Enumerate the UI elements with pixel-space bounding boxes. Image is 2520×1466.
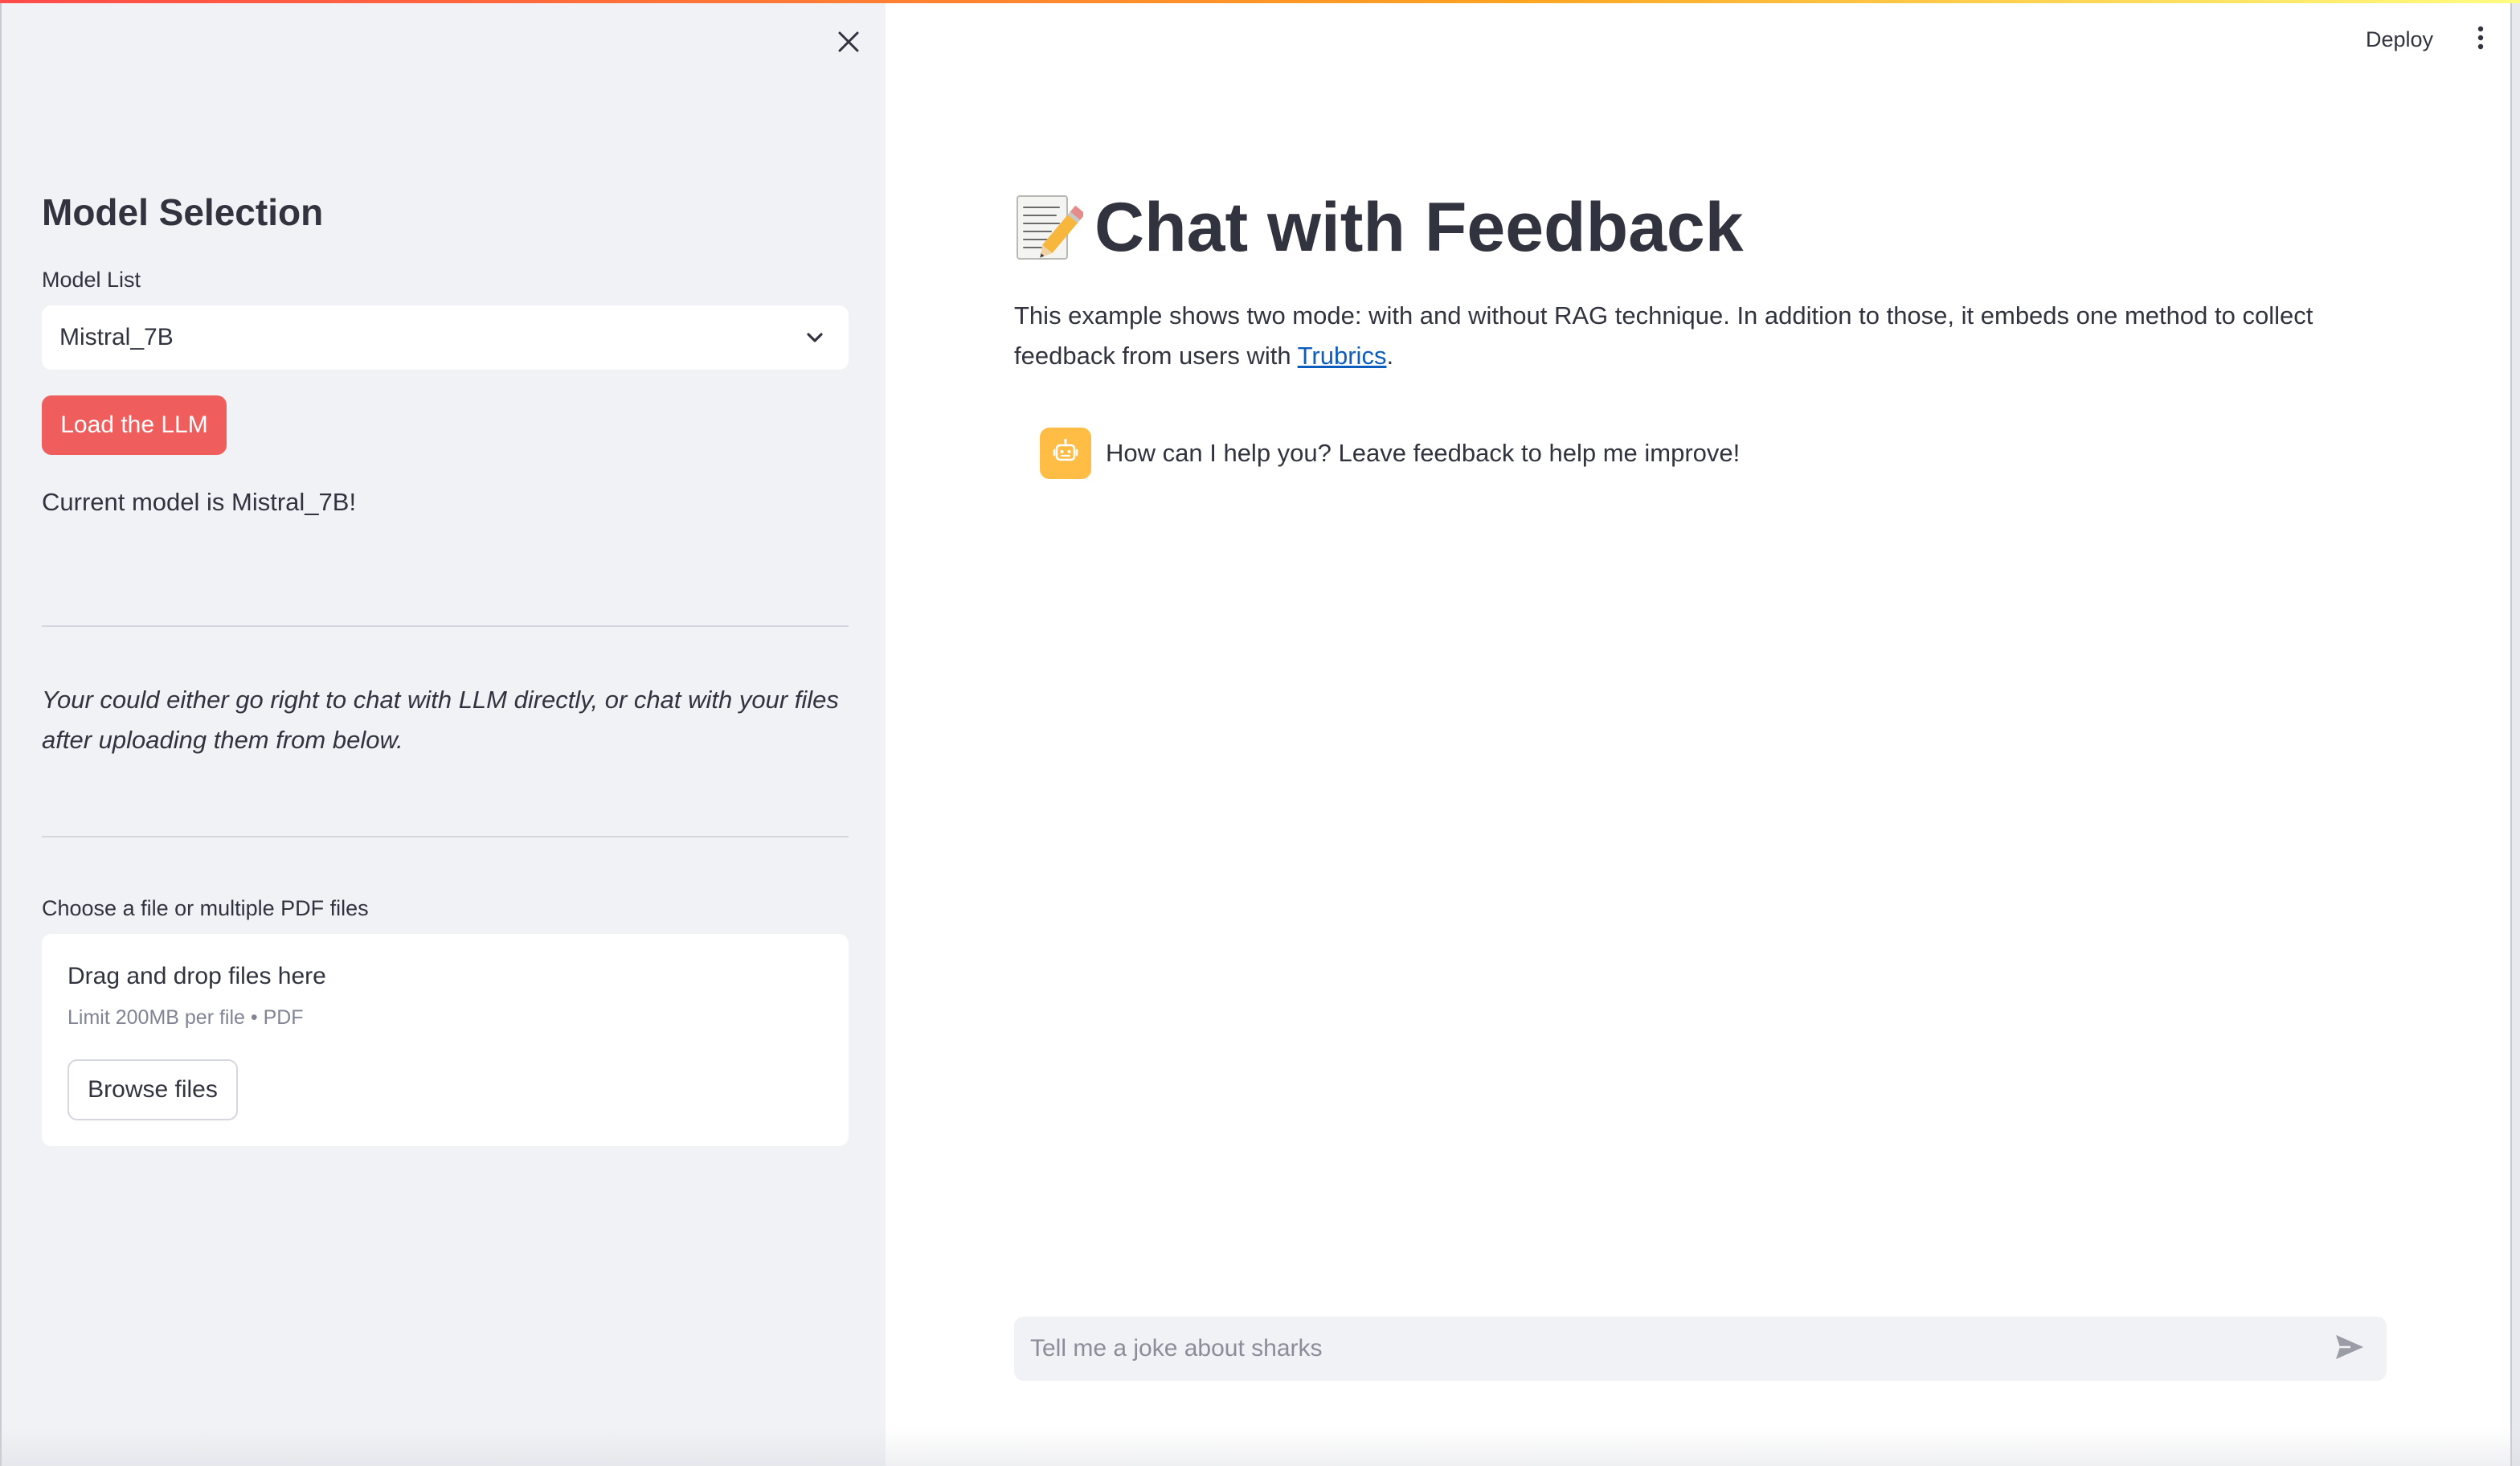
- send-button[interactable]: [2327, 1326, 2372, 1371]
- close-sidebar-button[interactable]: [829, 24, 868, 63]
- file-uploader-label: Choose a file or multiple PDF files: [42, 896, 369, 920]
- bot-icon: [1051, 437, 1080, 470]
- model-list-label: Model List: [42, 268, 141, 292]
- chat-input-bar: [1014, 1317, 2387, 1381]
- sidebar-divider: [42, 836, 849, 837]
- main-menu-button[interactable]: [2462, 21, 2499, 58]
- sidebar-title: Model Selection: [42, 191, 324, 233]
- close-icon: [837, 30, 861, 58]
- deploy-button[interactable]: Deploy: [2354, 21, 2444, 58]
- intro-suffix: .: [1386, 342, 1394, 370]
- app-window: Model Selection Model List Mistral_7B Lo…: [0, 0, 2520, 1466]
- memo-pencil-icon: [1014, 191, 1086, 264]
- more-vertical-icon: [2477, 26, 2485, 54]
- load-llm-button[interactable]: Load the LLM: [42, 395, 227, 455]
- file-uploader-dropzone[interactable]: Drag and drop files here Limit 200MB per…: [42, 934, 849, 1146]
- window-edge: [2510, 0, 2520, 1466]
- model-select-value: Mistral_7B: [59, 324, 174, 350]
- trubrics-link[interactable]: Trubrics: [1298, 342, 1387, 370]
- chat-input[interactable]: [1029, 1334, 2327, 1363]
- current-model-text: Current model is Mistral_7B!: [42, 488, 357, 516]
- chat-message-text: How can I help you? Leave feedback to he…: [1106, 439, 1741, 467]
- page-title: Chat with Feedback: [1014, 183, 1744, 272]
- browse-files-button[interactable]: Browse files: [68, 1059, 238, 1120]
- sidebar: Model Selection Model List Mistral_7B Lo…: [0, 0, 886, 1466]
- sidebar-divider: [42, 625, 849, 627]
- model-select[interactable]: Mistral_7B: [42, 305, 849, 370]
- page-title-text: Chat with Feedback: [1094, 189, 1744, 266]
- chat-message-assistant: How can I help you? Leave feedback to he…: [1040, 428, 1740, 479]
- intro-paragraph: This example shows two mode: with and wi…: [1014, 296, 2396, 376]
- intro-text: This example shows two mode: with and wi…: [1014, 301, 2313, 370]
- sidebar-note: Your could either go right to chat with …: [42, 686, 839, 754]
- dropzone-limit: Limit 200MB per file • PDF: [68, 1006, 304, 1029]
- dropzone-title: Drag and drop files here: [68, 963, 326, 989]
- bot-avatar: [1040, 428, 1091, 479]
- top-decoration-bar: [0, 0, 2520, 3]
- chevron-down-icon: [799, 321, 831, 354]
- send-icon: [2334, 1333, 2365, 1365]
